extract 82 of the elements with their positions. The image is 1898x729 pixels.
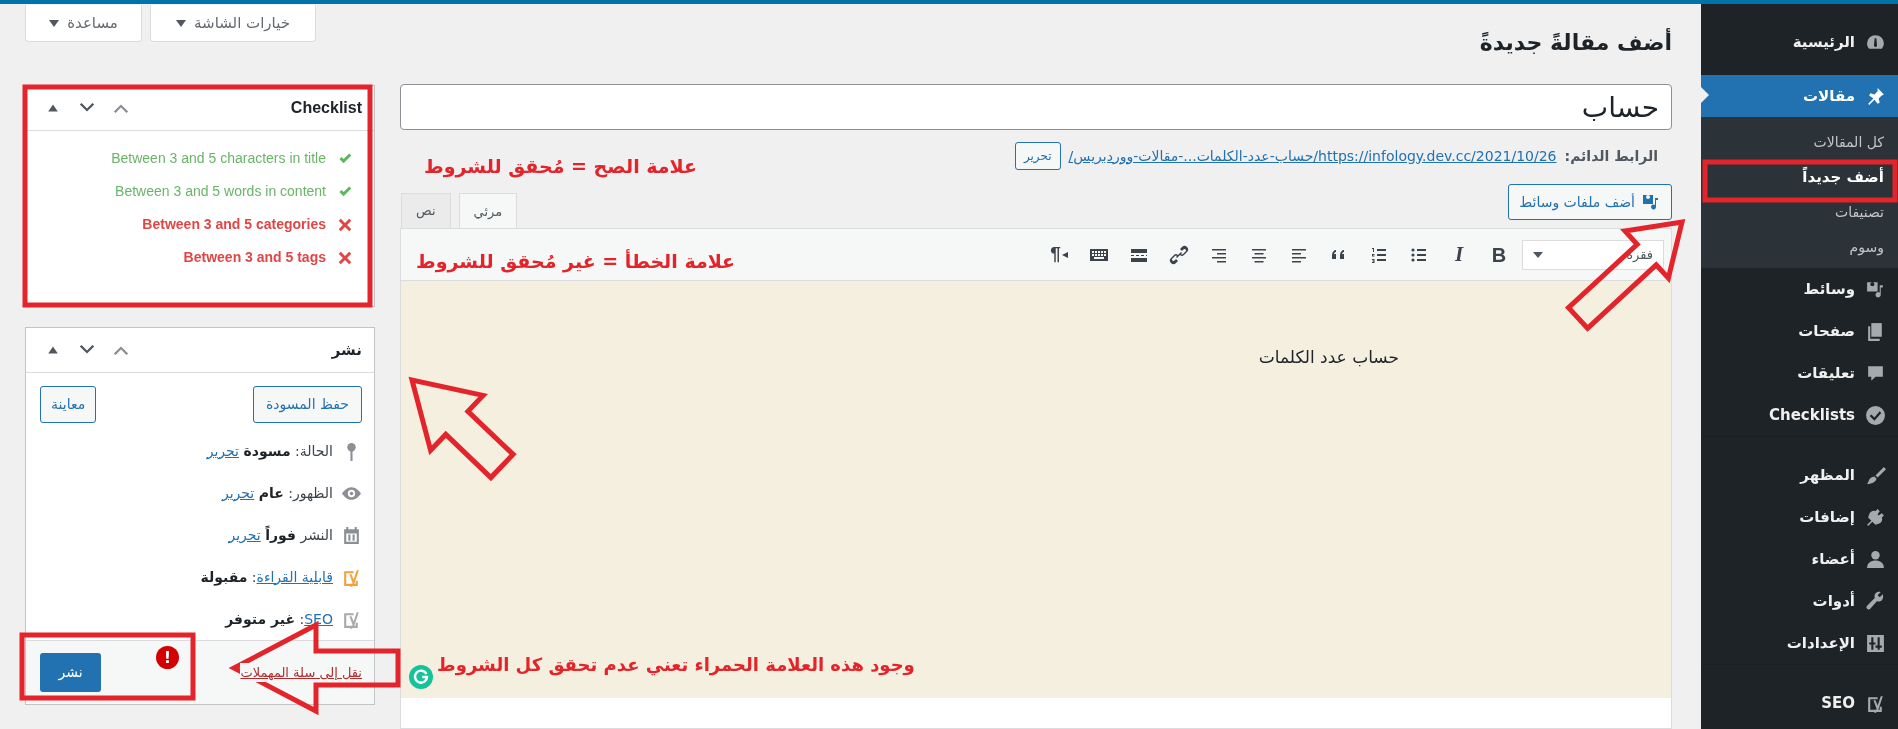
paintbrush-icon	[1865, 465, 1886, 486]
score-line: قابلية القراءة: مقبولة	[200, 567, 333, 588]
sidebar-item[interactable]: SEO	[1701, 664, 1898, 724]
page-heading: أضف مقالةً جديدةً	[1478, 28, 1672, 57]
status-line: الحالة: مسودة تحرير	[206, 441, 333, 462]
triangle-up-icon	[47, 102, 59, 114]
italic-button[interactable]: I	[1439, 236, 1479, 273]
link-icon	[1169, 244, 1189, 265]
checklist-item: Between 3 and 5 tags	[183, 248, 326, 267]
panel-title: نشر	[331, 339, 362, 361]
permalink-link[interactable]: https://infology.dev.cc/2021/10/26/حساب-عدد-الكلمات...-مقالات-ووردبريس/	[1068, 145, 1557, 167]
sidebar-item[interactable]: Checklists	[1701, 394, 1898, 436]
left-triangle-icon	[1061, 250, 1068, 259]
sidebar-item[interactable]: مقالات	[1701, 75, 1898, 117]
sidebar-label: صفحات	[1798, 320, 1855, 342]
preview-button[interactable]: معاينة	[40, 386, 97, 423]
sidebar-item[interactable]: صفحات	[1701, 310, 1898, 352]
wrench-icon	[1865, 590, 1886, 612]
assistant-icon	[409, 665, 433, 689]
status-line: النشر فوراً تحرير	[228, 524, 333, 546]
sidebar-item[interactable]: إضافات	[1701, 496, 1898, 538]
sidebar-item[interactable]: الإعدادات	[1701, 622, 1898, 664]
sidebar-item[interactable]: أعضاء	[1701, 538, 1898, 580]
sidebar-label: وسائط	[1803, 278, 1855, 300]
publish-button[interactable]: نشر	[40, 653, 101, 692]
sidebar-label: إضافات	[1799, 506, 1855, 528]
sidebar-label: Checklists	[1768, 404, 1855, 426]
submenu-item[interactable]: أضف جديداً	[1701, 160, 1898, 195]
add-media-button[interactable]: أضف ملفات وسائط	[1508, 184, 1672, 220]
content-text: حساب عدد الكلمات	[1257, 346, 1399, 369]
edit-button[interactable]: تحرير	[1014, 142, 1061, 170]
current-marker	[1701, 87, 1709, 103]
edit-link[interactable]: تحرير	[221, 484, 255, 501]
sliders-icon	[1865, 632, 1886, 654]
plug-icon	[1865, 506, 1886, 528]
bold-button[interactable]: B	[1479, 236, 1519, 273]
annotation-text: وجود هذه العلامة الحمراء تعني عدم تحقق كل الشروط	[437, 653, 915, 678]
person-icon	[1865, 548, 1886, 570]
sidebar-label: أدوات	[1812, 590, 1855, 612]
editor-tab[interactable]: نص	[401, 193, 451, 228]
caret-icon	[176, 19, 186, 27]
permalink-label: الرابط الدائم:	[1564, 146, 1658, 167]
title-field[interactable]: حساب	[400, 84, 1672, 130]
yoast-icon	[1865, 693, 1886, 714]
annotation-text: علامة الخطأ = غير مُحقق للشروط	[416, 248, 736, 275]
sidebar-label: الرئيسية	[1792, 31, 1855, 53]
camera-music-icon	[1641, 192, 1661, 212]
sidebar-item[interactable]: وسائط	[1701, 268, 1898, 310]
triangle-up-icon	[47, 344, 59, 356]
caret-icon	[1533, 251, 1543, 258]
panel-title: Checklist	[290, 98, 362, 118]
edit-link[interactable]: تحرير	[206, 442, 239, 459]
sidebar-item[interactable]: المظهر	[1701, 436, 1898, 496]
checklist-item: Between 3 and 5 categories	[142, 215, 326, 234]
sidebar-label: SEO	[1821, 693, 1855, 715]
save-draft-button[interactable]: حفظ المسودة	[253, 386, 362, 423]
calendar-icon	[341, 524, 362, 546]
error-badge: !	[156, 646, 179, 669]
sidebar-label: مقالات	[1803, 85, 1855, 107]
submenu-item[interactable]: وسوم	[1701, 230, 1898, 265]
sidebar-item[interactable]: تعليقات	[1701, 352, 1898, 394]
checklist-item: Between 3 and 5 characters in title	[111, 149, 326, 168]
submenu-item[interactable]: كل المقالات	[1701, 125, 1898, 160]
sidebar-label: الإعدادات	[1786, 632, 1855, 654]
submenu-item[interactable]: تصنيفات	[1701, 195, 1898, 230]
edit-link[interactable]: تحرير	[228, 526, 261, 543]
status-line: الظهور: عام تحرير	[221, 483, 333, 504]
sidebar-label: تعليقات	[1797, 362, 1855, 384]
trash-link[interactable]: نقل إلى سلة المهملات	[240, 662, 362, 683]
sidebar-label: المظهر	[1800, 465, 1855, 487]
caret-icon	[49, 19, 60, 27]
screen-tab-button[interactable]: مساعدة	[25, 5, 142, 42]
sidebar-label: أعضاء	[1811, 548, 1855, 570]
sidebar-item[interactable]: الرئيسية	[1701, 21, 1898, 63]
sidebar-item[interactable]: أدوات	[1701, 580, 1898, 622]
annotation-text: علامة الصح = مُحقق للشروط	[424, 154, 697, 180]
checklist-item: Between 3 and 5 words in content	[115, 182, 326, 201]
editor-tab[interactable]: مرئي	[458, 193, 518, 229]
details-link[interactable]: SEO	[304, 610, 333, 627]
screen-tab-button[interactable]: خيارات الشاشة	[150, 5, 316, 42]
rtl-button[interactable]: ¶	[1039, 236, 1079, 273]
details-link[interactable]: قابلية القراءة	[256, 568, 333, 585]
